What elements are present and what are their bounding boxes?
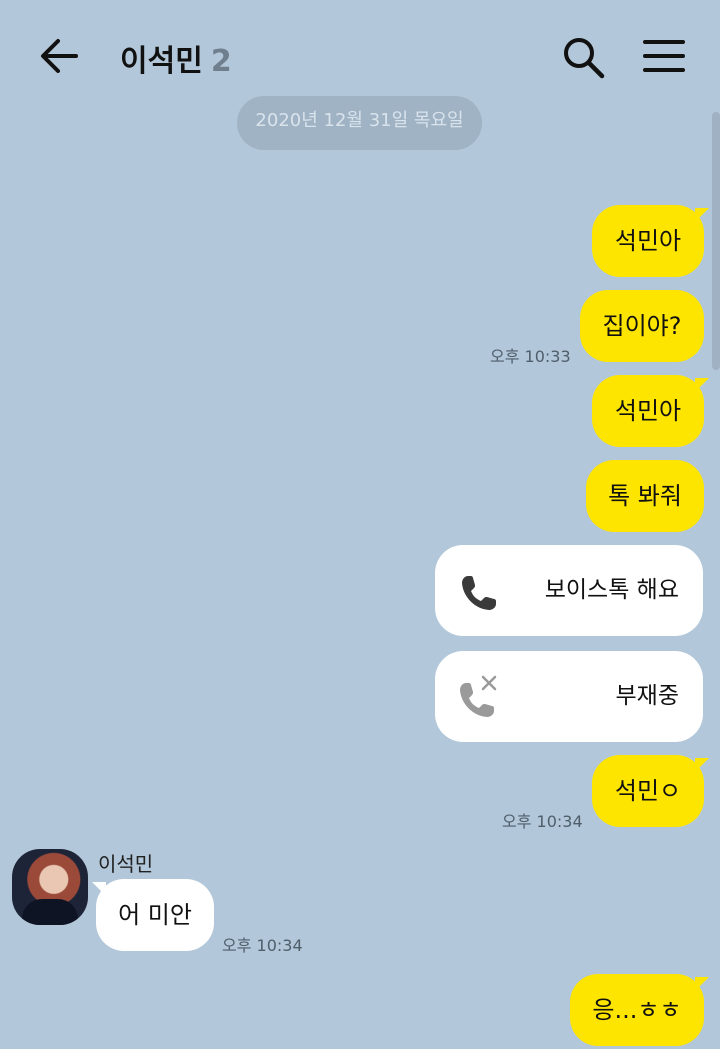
date-divider: 2020년 12월 31일 목요일 xyxy=(237,96,482,150)
back-button[interactable] xyxy=(36,34,82,78)
my-message[interactable]: 석민ㅇ xyxy=(592,755,704,827)
member-count: 2 xyxy=(210,44,232,79)
message-time: 오후 10:34 xyxy=(502,812,583,831)
my-message[interactable]: 집이야? xyxy=(580,290,704,362)
bubble-tail xyxy=(695,758,709,772)
my-message[interactable]: 석민아 xyxy=(592,205,704,277)
date-text: 2020년 12월 31일 목요일 xyxy=(255,110,464,131)
message-time: 오후 10:34 xyxy=(222,936,303,955)
scrollbar[interactable] xyxy=(712,112,720,370)
voice-call-card[interactable]: 보이스톡 해요 xyxy=(435,545,703,636)
chat-title: 이석민 2 xyxy=(120,36,232,80)
arrow-left-icon xyxy=(41,39,78,73)
call-label: 부재중 xyxy=(615,683,679,709)
call-label: 보이스톡 해요 xyxy=(544,577,679,603)
bubble-tail xyxy=(695,378,709,392)
my-message[interactable]: 석민아 xyxy=(592,375,704,447)
chat-name: 이석민 xyxy=(120,44,203,79)
search-button[interactable] xyxy=(560,34,606,80)
my-message[interactable]: 응...ㅎㅎ xyxy=(570,974,704,1046)
sender-name: 이석민 xyxy=(98,852,154,876)
bubble-tail xyxy=(695,977,709,991)
bubble-tail xyxy=(695,208,709,222)
search-icon xyxy=(564,38,605,79)
hamburger-menu-icon xyxy=(643,40,685,72)
phone-icon xyxy=(462,576,496,610)
menu-button[interactable] xyxy=(642,36,686,76)
other-message[interactable]: 어 미안 xyxy=(96,879,214,951)
message-time: 오후 10:33 xyxy=(490,347,571,366)
avatar[interactable] xyxy=(12,849,88,925)
missed-call-card[interactable]: 부재중 xyxy=(435,651,703,742)
my-message[interactable]: 톡 봐줘 xyxy=(586,460,704,532)
missed-call-icon xyxy=(460,675,497,717)
